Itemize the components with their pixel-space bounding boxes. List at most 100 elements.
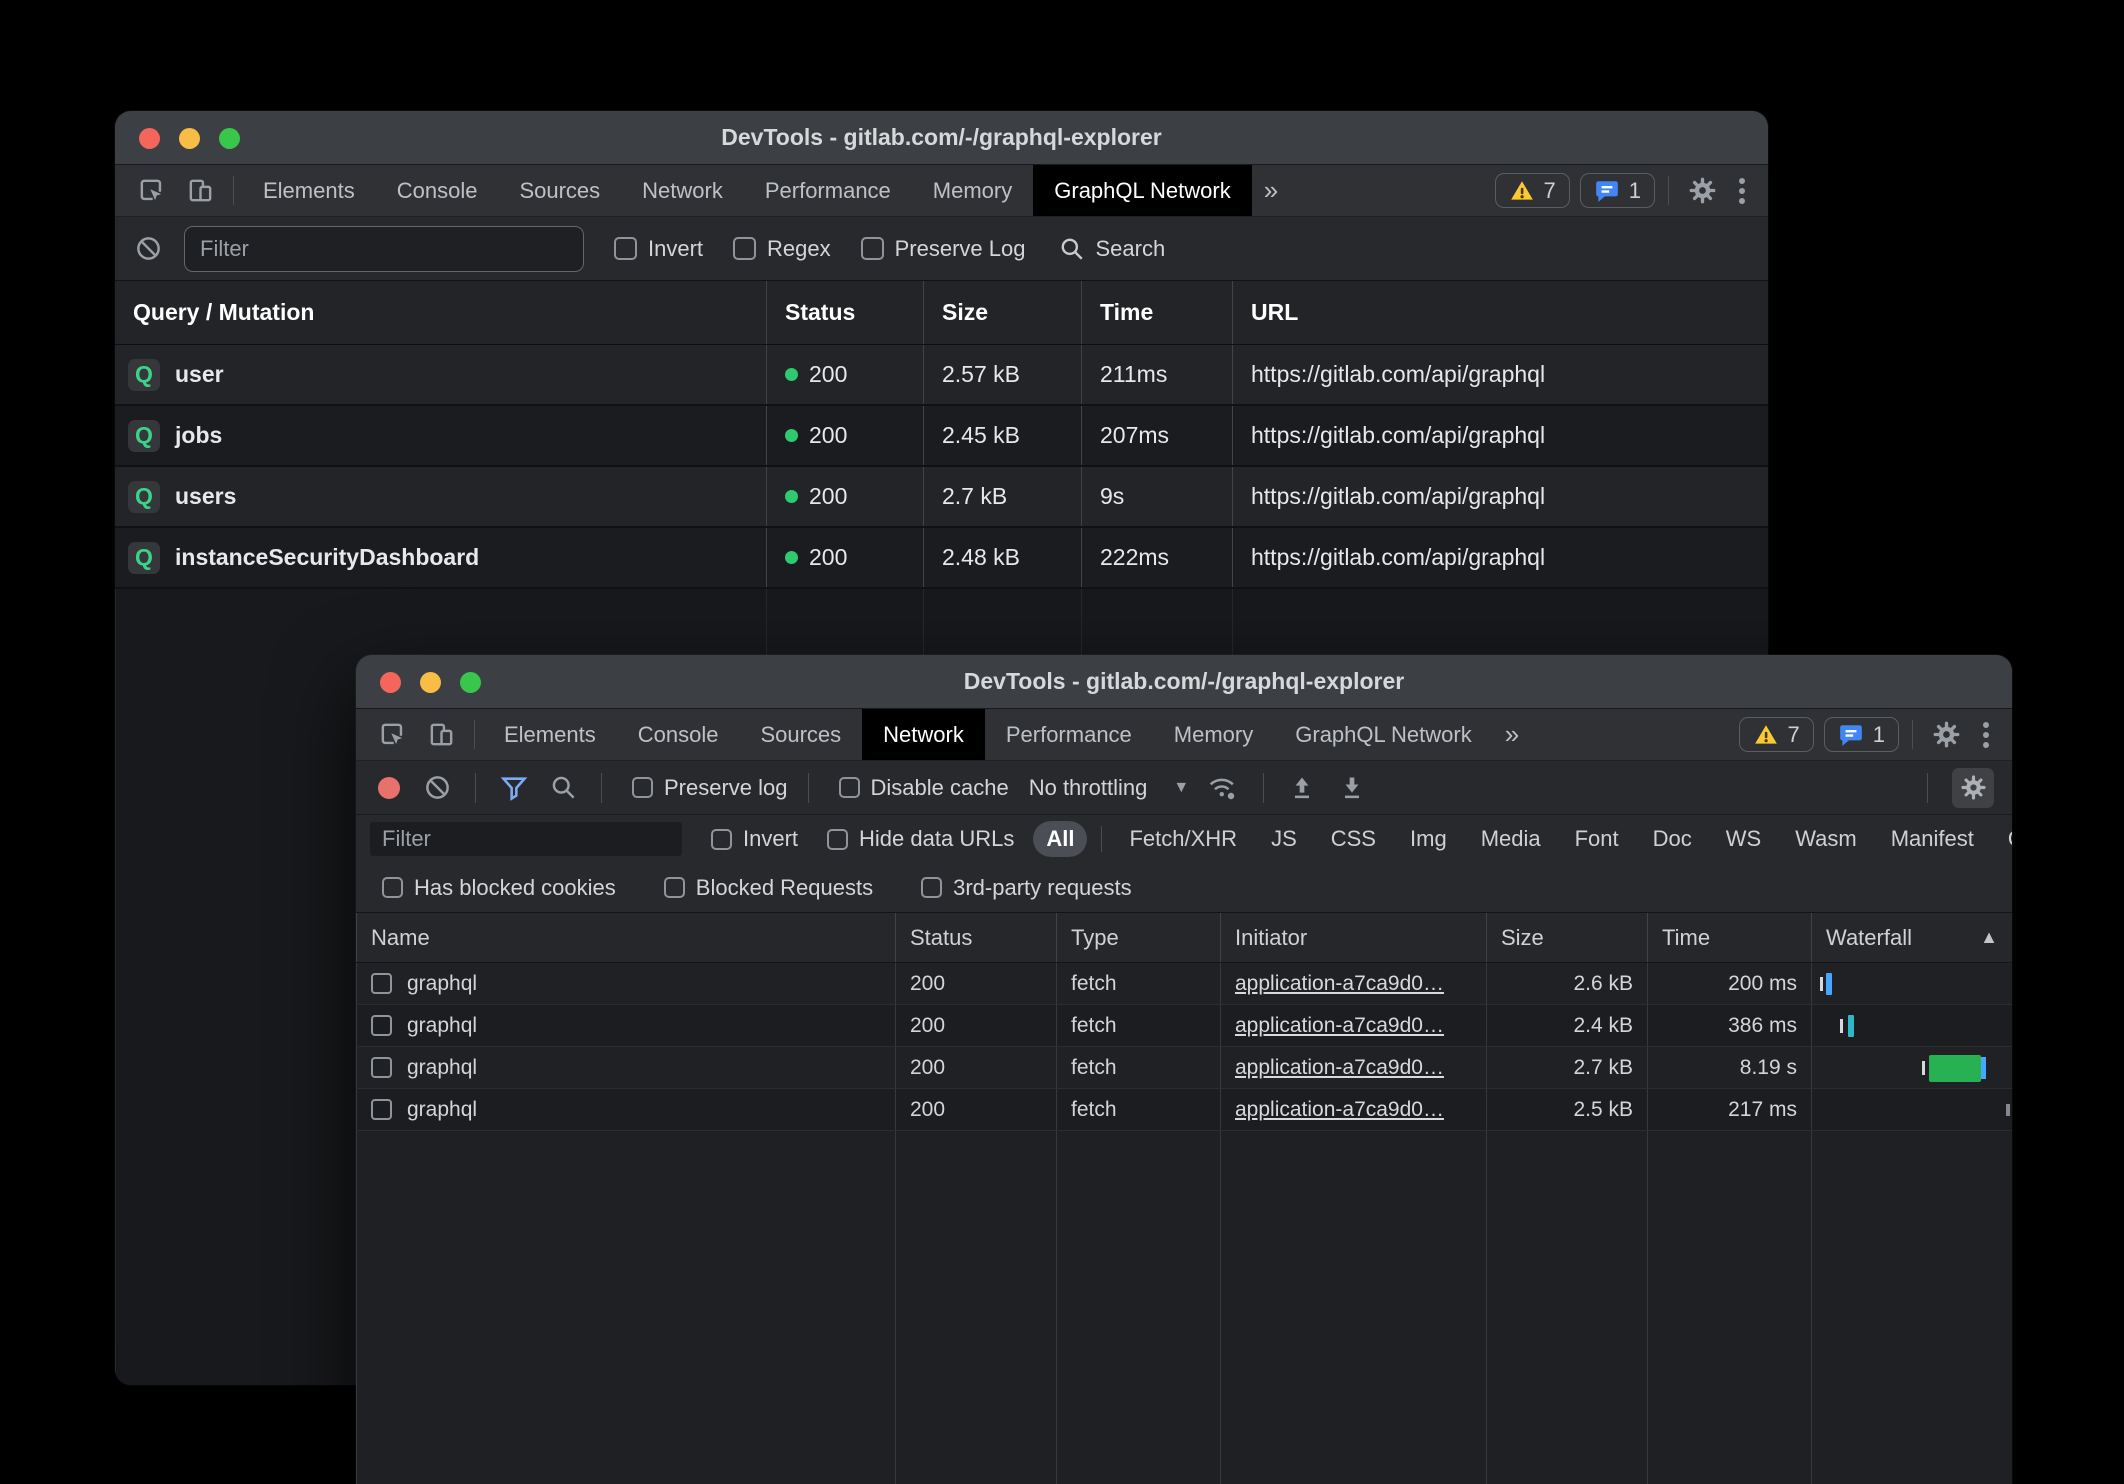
chip-img[interactable]: Img <box>1397 821 1460 857</box>
invert-checkbox[interactable] <box>614 237 637 260</box>
import-har-icon[interactable] <box>1284 774 1320 802</box>
kebab-menu-icon[interactable] <box>1972 709 2000 760</box>
column-header-status[interactable]: Status <box>766 281 923 344</box>
column-header-initiator[interactable]: Initiator <box>1220 913 1486 962</box>
tab-console[interactable]: Console <box>617 709 740 760</box>
chip-js[interactable]: JS <box>1258 821 1310 857</box>
messages-badge[interactable]: 1 <box>1824 717 1899 752</box>
titlebar[interactable]: DevTools - gitlab.com/-/graphql-explorer <box>356 655 2012 709</box>
invert-checkbox[interactable] <box>711 829 732 850</box>
tab-elements[interactable]: Elements <box>242 165 376 216</box>
chip-doc[interactable]: Doc <box>1640 821 1705 857</box>
preserve-log-checkbox[interactable] <box>861 237 884 260</box>
zoom-button[interactable] <box>460 672 481 693</box>
initiator-link[interactable]: application-a7ca9d0… <box>1235 1098 1444 1122</box>
regex-checkbox[interactable] <box>733 237 756 260</box>
chip-wasm[interactable]: Wasm <box>1782 821 1870 857</box>
column-header-type[interactable]: Type <box>1056 913 1220 962</box>
settings-gear-icon[interactable] <box>1921 709 1972 760</box>
clear-network-log-icon[interactable] <box>420 774 455 801</box>
network-conditions-icon[interactable] <box>1203 773 1243 803</box>
tab-network[interactable]: Network <box>862 709 985 760</box>
close-button[interactable] <box>380 672 401 693</box>
chip-manifest[interactable]: Manifest <box>1878 821 1987 857</box>
size-value: 2.6 kB <box>1573 972 1633 996</box>
chip-all[interactable]: All <box>1033 821 1087 857</box>
chip-css[interactable]: CSS <box>1318 821 1389 857</box>
tab-elements[interactable]: Elements <box>483 709 617 760</box>
chip-ws[interactable]: WS <box>1713 821 1774 857</box>
more-tabs-icon[interactable]: » <box>1493 709 1531 760</box>
row-checkbox[interactable] <box>371 973 392 994</box>
filter-funnel-icon[interactable] <box>496 774 532 802</box>
blocked-cookies-checkbox[interactable] <box>382 877 403 898</box>
column-header-time[interactable]: Time <box>1081 281 1232 344</box>
minimize-button[interactable] <box>179 128 200 149</box>
export-har-icon[interactable] <box>1334 774 1370 802</box>
column-header-size[interactable]: Size <box>1486 913 1647 962</box>
graphql-request-row[interactable]: Q instanceSecurityDashboard 200 2.48 kB … <box>115 528 1768 589</box>
tab-memory[interactable]: Memory <box>912 165 1033 216</box>
blocked-requests-checkbox[interactable] <box>664 877 685 898</box>
close-button[interactable] <box>139 128 160 149</box>
kebab-menu-icon[interactable] <box>1728 165 1756 216</box>
column-header-waterfall[interactable]: Waterfall ▲ <box>1811 913 2012 962</box>
tab-memory[interactable]: Memory <box>1153 709 1274 760</box>
issues-warning-badge[interactable]: 7 <box>1495 173 1570 208</box>
throttling-dropdown[interactable]: No throttling ▼ <box>1029 775 1189 801</box>
device-toolbar-icon[interactable] <box>417 709 466 760</box>
inspect-element-icon[interactable] <box>127 165 176 216</box>
network-request-row[interactable]: graphql 200 fetch application-a7ca9d0… 2… <box>356 963 2012 1005</box>
network-filter-input[interactable] <box>370 822 682 856</box>
column-header-name[interactable]: Name <box>356 913 895 962</box>
inspect-element-icon[interactable] <box>368 709 417 760</box>
network-request-row[interactable]: graphql 200 fetch application-a7ca9d0… 2… <box>356 1047 2012 1089</box>
tab-console[interactable]: Console <box>376 165 499 216</box>
row-checkbox[interactable] <box>371 1057 392 1078</box>
titlebar[interactable]: DevTools - gitlab.com/-/graphql-explorer <box>115 111 1768 165</box>
column-header-query-mutation[interactable]: Query / Mutation <box>115 281 766 344</box>
hide-data-urls-checkbox[interactable] <box>827 829 848 850</box>
chip-other[interactable]: Other <box>1995 821 2012 857</box>
tab-sources[interactable]: Sources <box>498 165 621 216</box>
graphql-request-row[interactable]: Q jobs 200 2.45 kB 207ms https://gitlab.… <box>115 406 1768 467</box>
preserve-log-checkbox[interactable] <box>632 777 653 798</box>
zoom-button[interactable] <box>219 128 240 149</box>
column-header-url[interactable]: URL <box>1232 281 1768 344</box>
chip-font[interactable]: Font <box>1562 821 1632 857</box>
minimize-button[interactable] <box>420 672 441 693</box>
column-header-time[interactable]: Time <box>1647 913 1811 962</box>
tab-graphql-network[interactable]: GraphQL Network <box>1033 165 1251 216</box>
clear-icon[interactable] <box>133 235 164 262</box>
graphql-request-row[interactable]: Q users 200 2.7 kB 9s https://gitlab.com… <box>115 467 1768 528</box>
device-toolbar-icon[interactable] <box>176 165 225 216</box>
graphql-request-row[interactable]: Q user 200 2.57 kB 211ms https://gitlab.… <box>115 345 1768 406</box>
tab-performance[interactable]: Performance <box>985 709 1153 760</box>
filter-input[interactable] <box>184 226 584 272</box>
network-settings-button[interactable] <box>1952 768 1994 808</box>
tab-graphql-network[interactable]: GraphQL Network <box>1274 709 1492 760</box>
messages-badge[interactable]: 1 <box>1580 173 1655 208</box>
tab-network[interactable]: Network <box>621 165 744 216</box>
chip-fetch-xhr[interactable]: Fetch/XHR <box>1116 821 1250 857</box>
settings-gear-icon[interactable] <box>1677 165 1728 216</box>
search-icon[interactable] <box>546 774 581 801</box>
column-header-status[interactable]: Status <box>895 913 1056 962</box>
search-button[interactable]: Search <box>1059 236 1165 262</box>
disable-cache-checkbox[interactable] <box>839 777 860 798</box>
issues-warning-badge[interactable]: 7 <box>1739 717 1814 752</box>
chip-media[interactable]: Media <box>1468 821 1554 857</box>
tab-sources[interactable]: Sources <box>739 709 862 760</box>
tab-performance[interactable]: Performance <box>744 165 912 216</box>
more-tabs-icon[interactable]: » <box>1252 165 1290 216</box>
initiator-link[interactable]: application-a7ca9d0… <box>1235 972 1444 996</box>
record-network-log-icon[interactable] <box>378 777 400 799</box>
row-checkbox[interactable] <box>371 1099 392 1120</box>
network-request-row[interactable]: graphql 200 fetch application-a7ca9d0… 2… <box>356 1089 2012 1131</box>
initiator-link[interactable]: application-a7ca9d0… <box>1235 1014 1444 1038</box>
column-header-size[interactable]: Size <box>923 281 1081 344</box>
network-request-row[interactable]: graphql 200 fetch application-a7ca9d0… 2… <box>356 1005 2012 1047</box>
row-checkbox[interactable] <box>371 1015 392 1036</box>
third-party-checkbox[interactable] <box>921 877 942 898</box>
initiator-link[interactable]: application-a7ca9d0… <box>1235 1056 1444 1080</box>
